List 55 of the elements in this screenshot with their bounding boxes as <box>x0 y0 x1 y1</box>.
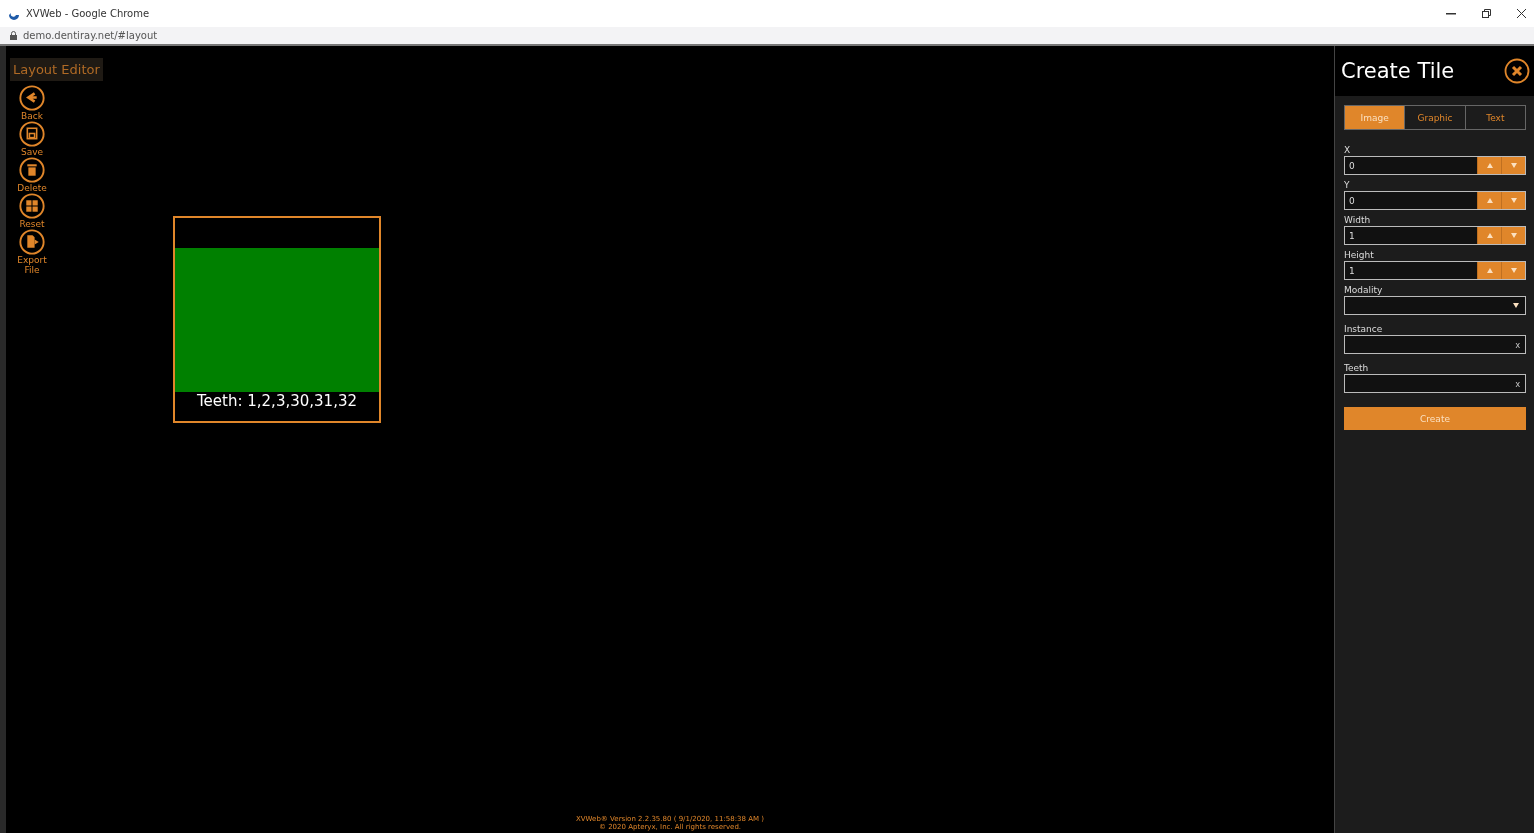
decrement-button[interactable] <box>1501 192 1525 209</box>
close-icon[interactable] <box>1517 9 1526 18</box>
trash-icon <box>19 157 45 183</box>
panel-title: Create Tile <box>1341 59 1455 83</box>
restore-icon[interactable] <box>1482 9 1491 18</box>
field-label: Teeth <box>1344 362 1370 374</box>
clear-button[interactable]: x <box>1510 339 1525 350</box>
toolbar-button[interactable]: Back <box>10 85 54 121</box>
toolbar-button[interactable]: Delete <box>10 157 54 193</box>
field-label: Instance <box>1344 323 1384 335</box>
field-label: X <box>1344 144 1352 156</box>
input-field[interactable]: x <box>1344 374 1526 393</box>
down-triangle-icon <box>1510 163 1517 168</box>
increment-button[interactable] <box>1477 157 1501 174</box>
field-label: Y <box>1344 179 1351 191</box>
dropdown-caret-icon <box>1513 303 1519 308</box>
down-triangle-icon <box>1510 268 1517 273</box>
minimize-icon[interactable] <box>1446 12 1456 15</box>
up-triangle-icon <box>1486 233 1493 238</box>
up-triangle-icon <box>1486 268 1493 273</box>
address-bar[interactable]: demo.dentiray.net/#layout <box>23 30 158 41</box>
increment-button[interactable] <box>1477 227 1501 244</box>
decrement-button[interactable] <box>1501 227 1525 244</box>
tile-caption: Teeth: 1,2,3,30,31,32 <box>196 392 358 410</box>
down-triangle-icon <box>1510 198 1517 203</box>
toolbar-button[interactable]: Export File <box>10 229 54 275</box>
input-field[interactable]: x <box>1344 335 1526 354</box>
toolbar-button[interactable]: Save <box>10 121 54 157</box>
clear-button[interactable]: x <box>1510 378 1525 389</box>
export-icon <box>19 229 45 255</box>
save-icon <box>19 121 45 147</box>
dropdown-field[interactable] <box>1344 296 1526 315</box>
field-label: Height <box>1344 249 1375 261</box>
number-field[interactable]: 1 <box>1344 261 1526 280</box>
editor-title: Layout Editor <box>10 58 103 81</box>
grid-icon <box>19 193 45 219</box>
field-label: Modality <box>1344 284 1384 296</box>
lock-icon <box>10 31 17 40</box>
down-triangle-icon <box>1510 233 1517 238</box>
number-field[interactable]: 0 <box>1344 156 1526 175</box>
tab[interactable]: Text <box>1464 106 1525 129</box>
up-triangle-icon <box>1486 198 1493 203</box>
window-title: XVWeb - Google Chrome <box>26 8 151 19</box>
number-field[interactable]: 1 <box>1344 226 1526 245</box>
close-icon[interactable] <box>1504 58 1530 84</box>
increment-button[interactable] <box>1477 262 1501 279</box>
increment-button[interactable] <box>1477 192 1501 209</box>
toolbar-button[interactable]: Reset <box>10 193 54 229</box>
layout-tile[interactable]: Teeth: 1,2,3,30,31,32 <box>173 216 381 423</box>
tab[interactable]: Graphic <box>1404 106 1465 129</box>
field-label: Width <box>1344 214 1372 226</box>
number-field[interactable]: 0 <box>1344 191 1526 210</box>
decrement-button[interactable] <box>1501 157 1525 174</box>
up-triangle-icon <box>1486 163 1493 168</box>
decrement-button[interactable] <box>1501 262 1525 279</box>
